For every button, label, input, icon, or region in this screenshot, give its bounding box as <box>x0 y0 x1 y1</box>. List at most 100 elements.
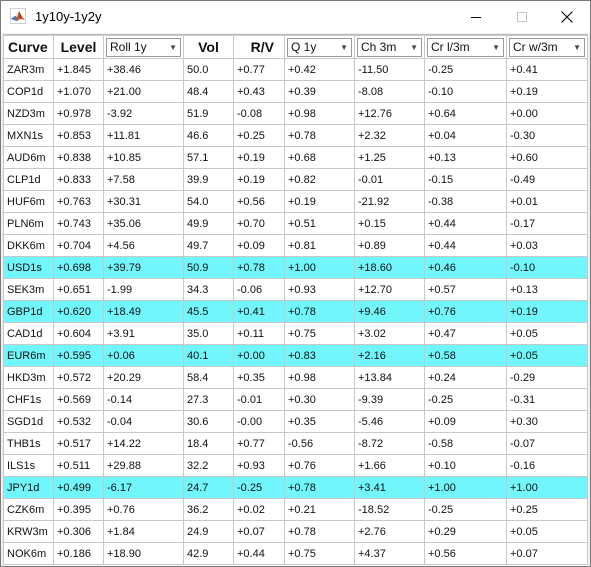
column-header-0[interactable]: Curve <box>3 35 54 59</box>
table-cell[interactable]: 24.9 <box>183 520 234 543</box>
table-cell[interactable]: +0.75 <box>284 542 355 565</box>
close-button[interactable] <box>544 1 590 33</box>
table-cell[interactable]: +0.78 <box>284 300 355 323</box>
table-cell-curve[interactable]: HKD3m <box>3 366 54 389</box>
table-cell-curve[interactable]: MXN1s <box>3 124 54 147</box>
table-cell[interactable]: +0.41 <box>233 300 285 323</box>
table-cell[interactable]: +18.90 <box>103 542 184 565</box>
table-cell-curve[interactable]: NOK6m <box>3 542 54 565</box>
table-cell[interactable]: +0.853 <box>53 124 104 147</box>
table-cell[interactable]: +0.15 <box>354 212 425 235</box>
table-cell[interactable]: 34.3 <box>183 278 234 301</box>
table-cell[interactable]: -0.07 <box>506 432 588 455</box>
table-cell[interactable]: +0.11 <box>233 322 285 345</box>
table-cell[interactable]: +0.75 <box>284 322 355 345</box>
table-row[interactable]: ZAR3m +1.845 +38.46 50.0 +0.77 +0.42 -11.50 -0.… <box>3 58 588 81</box>
column-filter-8[interactable]: Cr w/3m ▼ <box>506 35 588 59</box>
table-cell[interactable]: +0.30 <box>506 410 588 433</box>
table-cell[interactable]: +0.532 <box>53 410 104 433</box>
table-cell[interactable]: -0.38 <box>424 190 507 213</box>
table-cell-curve[interactable]: DKK6m <box>3 234 54 257</box>
table-cell[interactable]: +4.37 <box>354 542 425 565</box>
table-cell[interactable]: -3.92 <box>103 102 184 125</box>
table-cell[interactable]: -0.30 <box>506 124 588 147</box>
table-cell[interactable]: -9.39 <box>354 388 425 411</box>
table-cell[interactable]: +0.82 <box>284 168 355 191</box>
table-cell[interactable]: +0.07 <box>506 542 588 565</box>
column-header-3[interactable]: Vol <box>183 35 234 59</box>
table-row[interactable]: KRW3m +0.306 +1.84 24.9 +0.07 +0.78 +2.76 +0.29… <box>3 520 588 543</box>
table-cell[interactable]: +18.49 <box>103 300 184 323</box>
table-cell[interactable]: +1.00 <box>506 476 588 499</box>
table-cell[interactable]: +0.44 <box>424 234 507 257</box>
table-cell[interactable]: -0.00 <box>233 410 285 433</box>
table-cell-curve[interactable]: HUF6m <box>3 190 54 213</box>
table-cell[interactable]: +0.56 <box>233 190 285 213</box>
table-cell[interactable]: -0.14 <box>103 388 184 411</box>
table-row[interactable]: USD1s +0.698 +39.79 50.9 +0.78 +1.00 +18.60 +0.… <box>3 256 588 279</box>
table-cell[interactable]: 18.4 <box>183 432 234 455</box>
table-cell[interactable]: +0.19 <box>506 80 588 103</box>
table-cell[interactable]: +0.77 <box>233 58 285 81</box>
table-row[interactable]: EUR6m +0.595 +0.06 40.1 +0.00 +0.83 +2.16 +0.58… <box>3 344 588 367</box>
table-cell[interactable]: +0.78 <box>284 476 355 499</box>
table-cell[interactable]: +0.763 <box>53 190 104 213</box>
table-row[interactable]: THB1s +0.517 +14.22 18.4 +0.77 -0.56 -8.72 -0.5… <box>3 432 588 455</box>
table-cell[interactable]: +3.02 <box>354 322 425 345</box>
table-row[interactable]: CHF1s +0.569 -0.14 27.3 -0.01 +0.30 -9.39 -0.25… <box>3 388 588 411</box>
table-row[interactable]: HKD3m +0.572 +20.29 58.4 +0.35 +0.98 +13.84 +0.… <box>3 366 588 389</box>
table-cell[interactable]: +0.09 <box>233 234 285 257</box>
table-cell[interactable]: +0.98 <box>284 102 355 125</box>
table-cell[interactable]: +0.07 <box>233 520 285 543</box>
table-cell-curve[interactable]: THB1s <box>3 432 54 455</box>
column-dropdown[interactable]: Cr w/3m ▼ <box>509 37 585 57</box>
column-dropdown[interactable]: Cr l/3m ▼ <box>427 37 504 57</box>
table-cell[interactable]: +0.21 <box>284 498 355 521</box>
table-cell[interactable]: +7.58 <box>103 168 184 191</box>
table-cell[interactable]: +0.24 <box>424 366 507 389</box>
table-cell[interactable]: +0.395 <box>53 498 104 521</box>
table-row[interactable]: CLP1d +0.833 +7.58 39.9 +0.19 +0.82 -0.01 -0.15… <box>3 168 588 191</box>
table-cell[interactable]: +2.76 <box>354 520 425 543</box>
table-cell-curve[interactable]: AUD6m <box>3 146 54 169</box>
table-cell[interactable]: +0.19 <box>233 146 285 169</box>
column-dropdown[interactable]: Ch 3m ▼ <box>357 37 422 57</box>
table-row[interactable]: AUD6m +0.838 +10.85 57.1 +0.19 +0.68 +1.25 +0.1… <box>3 146 588 169</box>
table-cell[interactable]: -0.15 <box>424 168 507 191</box>
table-cell[interactable]: +1.84 <box>103 520 184 543</box>
table-cell[interactable]: -0.06 <box>233 278 285 301</box>
table-cell[interactable]: +0.44 <box>424 212 507 235</box>
table-cell[interactable]: +0.05 <box>506 322 588 345</box>
table-cell[interactable]: +0.978 <box>53 102 104 125</box>
table-cell[interactable]: 49.7 <box>183 234 234 257</box>
table-cell[interactable]: +0.47 <box>424 322 507 345</box>
table-row[interactable]: JPY1d +0.499 -6.17 24.7 -0.25 +0.78 +3.41 +1.00… <box>3 476 588 499</box>
column-header-4[interactable]: R/V <box>233 35 285 59</box>
table-cell[interactable]: +0.42 <box>284 58 355 81</box>
table-cell[interactable]: -0.25 <box>233 476 285 499</box>
table-cell[interactable]: +0.35 <box>284 410 355 433</box>
table-cell[interactable]: +0.44 <box>233 542 285 565</box>
table-cell[interactable]: 50.9 <box>183 256 234 279</box>
column-filter-6[interactable]: Ch 3m ▼ <box>354 35 425 59</box>
table-cell[interactable]: +30.31 <box>103 190 184 213</box>
table-row[interactable]: SEK3m +0.651 -1.99 34.3 -0.06 +0.93 +12.70 +0.5… <box>3 278 588 301</box>
table-cell[interactable]: +0.01 <box>506 190 588 213</box>
table-cell[interactable]: -8.08 <box>354 80 425 103</box>
table-cell[interactable]: +0.05 <box>506 520 588 543</box>
table-cell[interactable]: +21.00 <box>103 80 184 103</box>
data-table-container[interactable]: Curve Level Roll 1y ▼ Vol R/V Q 1y ▼ Ch 3m ▼ Cr l/… <box>3 34 588 566</box>
table-cell[interactable]: 39.9 <box>183 168 234 191</box>
table-cell[interactable]: -5.46 <box>354 410 425 433</box>
table-cell[interactable]: 30.6 <box>183 410 234 433</box>
table-cell[interactable]: +0.704 <box>53 234 104 257</box>
table-cell[interactable]: -0.31 <box>506 388 588 411</box>
table-cell[interactable]: +1.070 <box>53 80 104 103</box>
table-cell[interactable]: +0.98 <box>284 366 355 389</box>
table-cell[interactable]: +38.46 <box>103 58 184 81</box>
table-cell[interactable]: 32.2 <box>183 454 234 477</box>
table-cell-curve[interactable]: CLP1d <box>3 168 54 191</box>
table-cell[interactable]: -6.17 <box>103 476 184 499</box>
table-cell[interactable]: +0.19 <box>506 300 588 323</box>
table-cell[interactable]: -0.25 <box>424 388 507 411</box>
